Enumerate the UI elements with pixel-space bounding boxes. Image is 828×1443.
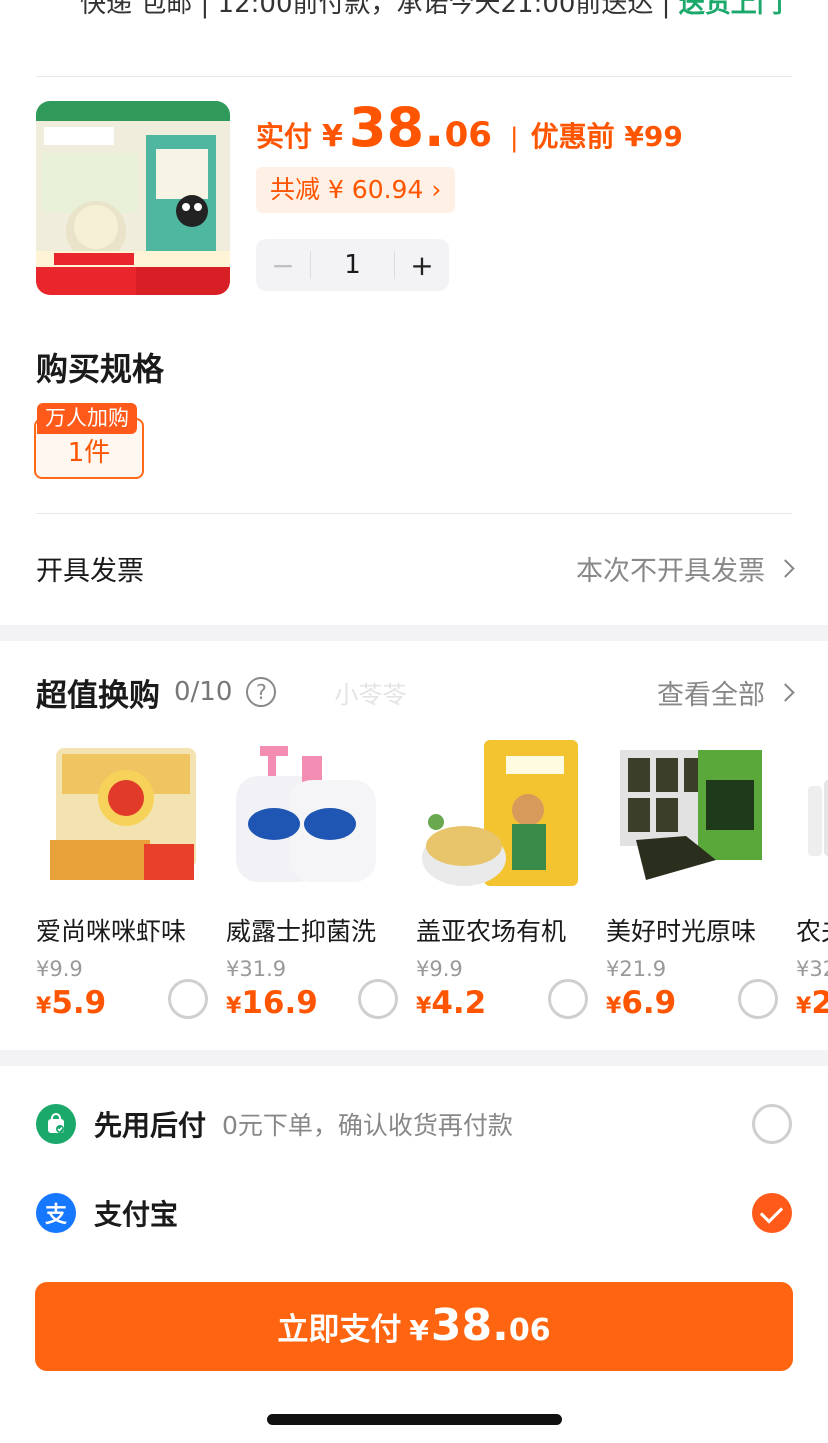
- soybean-icon: [416, 740, 586, 890]
- chevron-right-icon: [776, 558, 795, 578]
- exchange-item-original-price: ¥31.9: [226, 957, 287, 981]
- exchange-item-price: ¥2: [796, 985, 828, 1021]
- price-row: 实付 ¥ 38. 06 | 优惠前 ¥99: [256, 96, 683, 159]
- delivery-info: 快递 包邮 | 12:00前付款，承诺今天21:00前送达 | 送货上门: [80, 0, 800, 24]
- invoice-value[interactable]: 本次不开具发票: [576, 549, 795, 588]
- delivery-text: 快递 包邮 | 12:00前付款，承诺今天21:00前送达 |: [80, 0, 679, 19]
- section-separator: [0, 625, 828, 641]
- exchange-item-name: 爱尚咪咪虾味: [36, 917, 187, 946]
- original-price: 优惠前 ¥99: [530, 120, 683, 153]
- invoice-label: 开具发票: [36, 555, 144, 587]
- pay-button-label: 立即支付: [277, 1312, 402, 1348]
- delivery-highlight: 送货上门: [678, 0, 783, 19]
- exchange-item[interactable]: 农夫 ¥32 ¥2: [796, 740, 828, 1030]
- alipay-icon: 支: [36, 1193, 76, 1233]
- shopping-bag-icon: [36, 1104, 76, 1144]
- exchange-item-price: ¥16.9: [226, 985, 318, 1021]
- exchange-header: 超值换购 0/10 ? 小苓苓 查看全部: [36, 670, 795, 714]
- payment-later-radio[interactable]: [752, 1104, 792, 1144]
- view-all-label: 查看全部: [657, 679, 765, 711]
- exchange-item[interactable]: 美好时光原味 ¥21.9 ¥6.9: [606, 740, 786, 1030]
- exchange-item[interactable]: 爱尚咪咪虾味 ¥9.9 ¥5.9: [36, 740, 216, 1030]
- payment-option-later[interactable]: 先用后付 0元下单，确认收货再付款: [36, 1094, 792, 1154]
- quantity-value[interactable]: 1: [310, 251, 395, 279]
- spec-badge: 万人加购: [37, 403, 137, 434]
- exchange-item-name: 农夫: [796, 917, 828, 946]
- exchange-item-radio[interactable]: [358, 979, 398, 1019]
- exchange-item-price: ¥5.9: [36, 985, 107, 1021]
- spec-title: 购买规格: [36, 350, 165, 388]
- price-separator: |: [509, 123, 519, 153]
- decrease-button[interactable]: −: [256, 249, 310, 282]
- view-all-link[interactable]: 查看全部: [657, 673, 795, 712]
- exchange-item-radio[interactable]: [548, 979, 588, 1019]
- seaweed-icon: [606, 740, 776, 890]
- pay-now-button[interactable]: 立即支付 ¥ 38. 06: [35, 1282, 793, 1371]
- exchange-item-radio[interactable]: [738, 979, 778, 1019]
- help-icon[interactable]: ?: [246, 677, 277, 707]
- exchange-item-radio[interactable]: [168, 979, 208, 1019]
- exchange-item-original-price: ¥32: [796, 957, 828, 981]
- quantity-stepper: − 1 +: [256, 239, 449, 291]
- exchange-item-original-price: ¥9.9: [416, 957, 463, 981]
- payment-alipay-radio[interactable]: [752, 1193, 792, 1233]
- product-image[interactable]: [36, 101, 230, 295]
- exchange-item[interactable]: 威露士抑菌洗 ¥31.9 ¥16.9: [226, 740, 406, 1030]
- exchange-item-name: 威露士抑菌洗: [226, 917, 377, 946]
- exchange-item-name: 盖亚农场有机: [416, 917, 567, 946]
- exchange-item-name: 美好时光原味: [606, 917, 757, 946]
- payment-later-desc: 0元下单，确认收货再付款: [222, 1111, 513, 1140]
- exchange-item-original-price: ¥21.9: [606, 957, 667, 981]
- exchange-item[interactable]: 盖亚农场有机 ¥9.9 ¥4.2: [416, 740, 596, 1030]
- pay-button-amount-decimal: 06: [508, 1313, 551, 1348]
- payment-option-alipay[interactable]: 支 支付宝: [36, 1183, 792, 1243]
- pay-button-amount-integer: 38.: [430, 1300, 509, 1351]
- divider: [36, 76, 792, 77]
- spec-option-label[interactable]: 1件: [34, 432, 144, 469]
- chevron-right-icon: [776, 682, 795, 702]
- increase-button[interactable]: +: [395, 249, 449, 282]
- exchange-title: 超值换购: [36, 677, 160, 714]
- invoice-row[interactable]: 开具发票 本次不开具发票: [36, 543, 795, 593]
- home-indicator[interactable]: [267, 1414, 562, 1425]
- payment-alipay-name: 支付宝: [94, 1198, 179, 1231]
- watermark: 小苓苓: [334, 680, 407, 709]
- price-currency: ¥: [322, 119, 343, 154]
- exchange-item-price: ¥4.2: [416, 985, 487, 1021]
- exchange-item-price: ¥6.9: [606, 985, 677, 1021]
- shrimp-snack-icon: [36, 740, 206, 890]
- invoice-value-text: 本次不开具发票: [576, 555, 765, 587]
- payment-later-name: 先用后付: [94, 1109, 207, 1142]
- pay-button-currency: ¥: [409, 1314, 429, 1347]
- divider: [36, 513, 792, 514]
- price-decimal: 06: [444, 115, 492, 155]
- exchange-count: 0/10: [174, 677, 233, 707]
- bottle-icon: [796, 740, 828, 890]
- discount-chip[interactable]: 共减 ¥ 60.94 ›: [256, 167, 456, 213]
- price-integer: 38.: [348, 96, 445, 159]
- pay-label: 实付: [256, 120, 313, 153]
- exchange-item-original-price: ¥9.9: [36, 957, 83, 981]
- hand-wash-icon: [226, 740, 396, 890]
- exchange-goods-list: 爱尚咪咪虾味 ¥9.9 ¥5.9 威露士抑菌洗 ¥31.9 ¥16.9 盖亚农场…: [36, 740, 828, 1030]
- section-separator: [0, 1050, 828, 1066]
